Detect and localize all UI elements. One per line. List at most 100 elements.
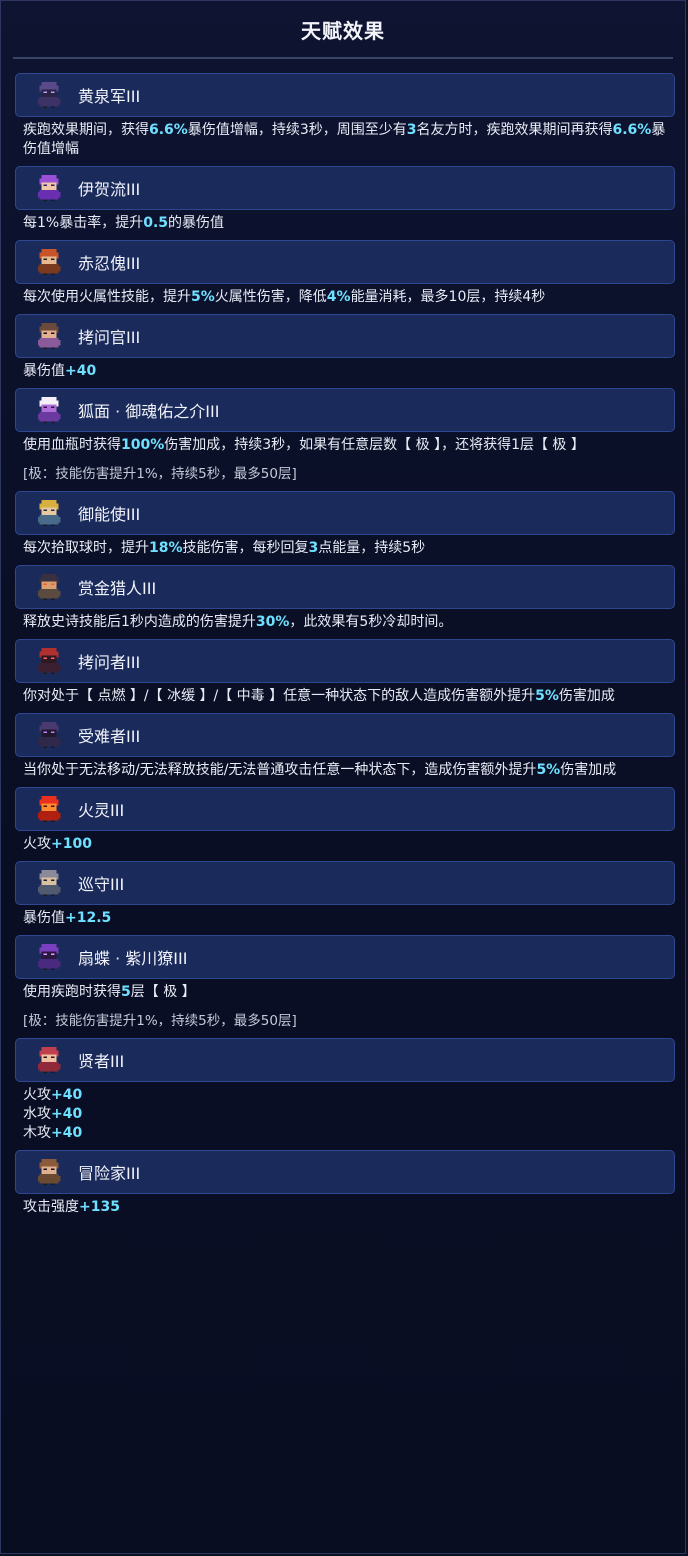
patrol-guard-icon: [34, 868, 64, 898]
description-line: 木攻+40: [23, 1124, 667, 1143]
desc-text: 点能量，持续5秒: [318, 540, 426, 556]
talent-entry: 扇蝶 · 紫川獠III 使用疾跑时获得5层【 极 】 [极：技能伤害提升1%，持续5…: [15, 935, 675, 1031]
desc-text: 每次使用火属性技能，提升: [23, 289, 191, 305]
talent-name: 伊贺流III: [78, 180, 141, 199]
talent-note: [极：技能伤害提升1%，持续5秒，最多50层]: [23, 1013, 297, 1029]
desc-value-highlight: 5%: [536, 762, 561, 778]
talent-description: 攻击强度+135: [15, 1194, 675, 1217]
talent-header[interactable]: 伊贺流III: [15, 166, 675, 210]
desc-text: 使用疾跑时获得: [23, 984, 121, 1000]
talent-description: 你对处于【 点燃 】/【 冰缓 】/【 中毒 】任意一种状态下的敌人造成伤害额外…: [15, 683, 675, 706]
desc-text: 木攻: [23, 1125, 51, 1141]
desc-value-highlight: 0.5: [143, 215, 169, 231]
desc-text: 火攻: [23, 836, 51, 852]
energy-mage-icon: [34, 498, 64, 528]
desc-text: 伤害加成，持续3秒，如果有任意层数【 极 】，还将获得1层【 极 】: [164, 437, 585, 453]
talent-description: 火攻+40 水攻+40 木攻+40: [15, 1082, 675, 1143]
talent-name: 拷问官III: [78, 328, 141, 347]
desc-text: 火攻: [23, 1087, 51, 1103]
talent-list[interactable]: 黄泉军III 疾跑效果期间，获得6.6%暴伤值增幅，持续3秒，周围至少有3名友方时…: [15, 73, 675, 1224]
talent-header[interactable]: 赏金猎人III: [15, 565, 675, 609]
talent-header[interactable]: 扇蝶 · 紫川獠III: [15, 935, 675, 979]
talent-description: 每次拾取球时，提升18%技能伤害，每秒回复3点能量，持续5秒: [15, 535, 675, 558]
desc-text: ，此效果有5秒冷却时间。: [289, 614, 453, 630]
talent-description: 当你处于无法移动/无法释放技能/无法普通攻击任意一种状态下，造成伤害额外提升5%…: [15, 757, 675, 780]
talent-header[interactable]: 黄泉军III: [15, 73, 675, 117]
desc-value-highlight: 3: [406, 122, 417, 138]
desc-value-highlight: +40: [51, 1087, 83, 1103]
purple-butterfly-ninja-icon: [34, 942, 64, 972]
desc-value-highlight: +40: [51, 1125, 83, 1141]
desc-value-highlight: +100: [51, 836, 92, 852]
desc-value-highlight: 18%: [149, 540, 183, 556]
talent-name: 黄泉军III: [78, 87, 141, 106]
talent-entry: 火灵III 火攻+100: [15, 787, 675, 854]
desc-text: 当你处于无法移动/无法释放技能/无法普通攻击任意一种状态下，造成伤害额外提升: [23, 762, 537, 778]
talent-header[interactable]: 拷问者III: [15, 639, 675, 683]
desc-value-highlight: 5%: [535, 688, 559, 704]
interrogator-officer-icon: [34, 321, 64, 351]
talent-header[interactable]: 拷问官III: [15, 314, 675, 358]
panel-header: 天赋效果: [13, 1, 673, 59]
talent-header[interactable]: 巡守III: [15, 861, 675, 905]
talent-entry: 黄泉军III 疾跑效果期间，获得6.6%暴伤值增幅，持续3秒，周围至少有3名友方时…: [15, 73, 675, 159]
desc-text: 暴伤值: [23, 363, 65, 379]
desc-text: 火属性伤害，降低: [214, 289, 327, 305]
talent-effects-panel: 天赋效果 黄泉军III 疾跑效果期间，获得6.6%暴伤值增幅，持续3秒，周围至少有…: [0, 0, 686, 1554]
desc-value-highlight: 30%: [255, 614, 290, 630]
talent-header[interactable]: 冒险家III: [15, 1150, 675, 1194]
desc-value-highlight: 100%: [121, 437, 165, 453]
desc-text: 伤害加成: [558, 688, 615, 704]
talent-description: 使用疾跑时获得5层【 极 】: [15, 979, 675, 1002]
desc-text: 每次拾取球时，提升: [23, 540, 149, 556]
desc-value-highlight: 3: [308, 540, 319, 556]
talent-header[interactable]: 贤者III: [15, 1038, 675, 1082]
desc-text: 使用血瓶时获得: [23, 437, 121, 453]
talent-name: 贤者III: [78, 1052, 125, 1071]
desc-text: 伤害加成: [560, 762, 617, 778]
desc-value-highlight: +12.5: [65, 910, 112, 926]
desc-text: 你对处于【 点燃 】/【 冰缓 】/【 中毒 】任意一种状态下的敌人造成伤害额外…: [23, 688, 536, 704]
talent-header[interactable]: 狐面 · 御魂佑之介III: [15, 388, 675, 432]
dark-spiky-sufferer-icon: [34, 720, 64, 750]
talent-header[interactable]: 火灵III: [15, 787, 675, 831]
talent-entry: 御能使III 每次拾取球时，提升18%技能伤害，每秒回复3点能量，持续5秒: [15, 491, 675, 558]
talent-header[interactable]: 御能使III: [15, 491, 675, 535]
talent-entry: 贤者III 火攻+40 水攻+40 木攻+40: [15, 1038, 675, 1143]
talent-description: 释放史诗技能后1秒内造成的伤害提升30%，此效果有5秒冷却时间。: [15, 609, 675, 632]
talent-name: 狐面 · 御魂佑之介III: [78, 402, 220, 421]
description-line: 水攻+40: [23, 1105, 667, 1124]
hooded-purple-ninja-icon: [34, 80, 64, 110]
talent-entry: 狐面 · 御魂佑之介III 使用血瓶时获得100%伤害加成，持续3秒，如果有任意层…: [15, 388, 675, 484]
talent-description: 每次使用火属性技能，提升5%火属性伤害，降低4%能量消耗，最多10层，持续4秒: [15, 284, 675, 307]
talent-entry: 冒险家III 攻击强度+135: [15, 1150, 675, 1217]
talent-header[interactable]: 受难者III: [15, 713, 675, 757]
talent-name: 扇蝶 · 紫川獠III: [78, 949, 188, 968]
desc-text: 技能伤害，每秒回复: [182, 540, 309, 556]
talent-name: 火灵III: [78, 801, 125, 820]
desc-text: 名友方时，疾跑效果期间再获得: [416, 122, 613, 138]
desc-text: 水攻: [23, 1106, 51, 1122]
desc-value-highlight: 4%: [326, 289, 351, 305]
desc-value-highlight: +40: [51, 1106, 83, 1122]
talent-name: 巡守III: [78, 875, 125, 894]
adventurer-icon: [34, 1157, 64, 1187]
purple-haired-ninja-icon: [34, 173, 64, 203]
desc-value-highlight: 5: [121, 984, 131, 1000]
desc-text: 疾跑效果期间，获得: [23, 122, 149, 138]
desc-text: 的暴伤值: [168, 215, 225, 231]
talent-name: 受难者III: [78, 727, 141, 746]
desc-text: 暴伤值: [23, 910, 65, 926]
talent-description: 火攻+100: [15, 831, 675, 854]
fire-spirit-icon: [34, 794, 64, 824]
talent-entry: 受难者III 当你处于无法移动/无法释放技能/无法普通攻击任意一种状态下，造成伤害…: [15, 713, 675, 780]
desc-value-highlight: +40: [65, 363, 97, 379]
red-puppet-ninja-icon: [34, 247, 64, 277]
talent-name: 御能使III: [78, 505, 141, 524]
talent-header[interactable]: 赤忍傀III: [15, 240, 675, 284]
fox-mask-ninja-icon: [34, 395, 64, 425]
desc-text: 层【 极 】: [130, 984, 196, 1000]
desc-text: 攻击强度: [23, 1199, 79, 1215]
talent-description: 暴伤值+40: [15, 358, 675, 381]
description-line: 火攻+40: [23, 1086, 667, 1105]
